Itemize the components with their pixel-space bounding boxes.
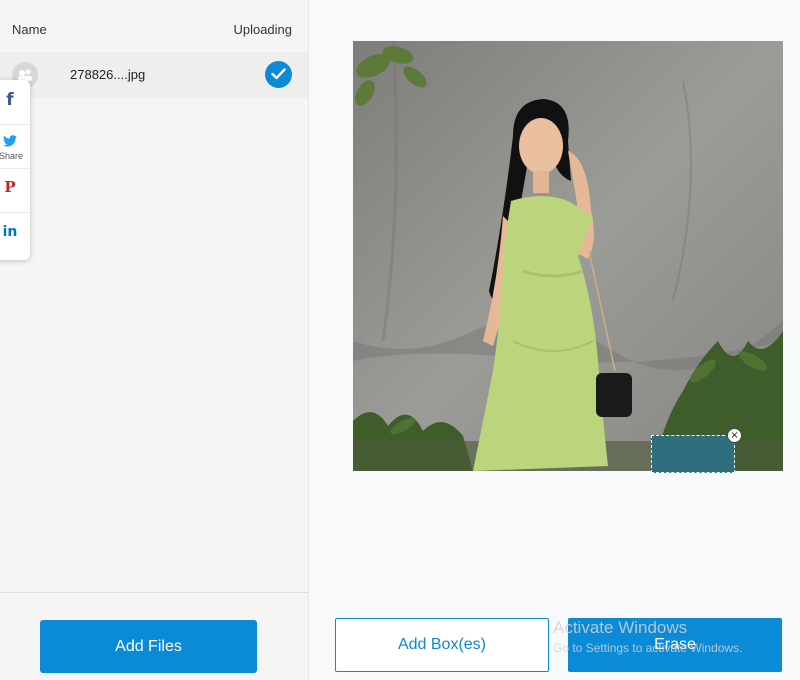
erase-selection-box[interactable] [651, 435, 735, 473]
column-header-name: Name [12, 22, 47, 37]
pinterest-icon: P [4, 178, 16, 196]
check-icon [265, 61, 292, 88]
column-header-status: Uploading [233, 22, 292, 37]
file-name: 278826....jpg [70, 67, 146, 82]
facebook-icon: f [6, 90, 14, 110]
file-list-panel: Name Uploading 278826....jpg Add Files [0, 0, 309, 680]
image-preview[interactable] [353, 41, 783, 471]
social-share-bar: f Share P in [0, 80, 30, 260]
linkedin-icon: in [2, 224, 18, 240]
facebook-share-button[interactable]: f [0, 80, 30, 125]
close-icon[interactable]: × [727, 428, 742, 443]
share-label: Share [0, 151, 24, 161]
linkedin-share-button[interactable]: in [0, 212, 30, 256]
pinterest-share-button[interactable]: P [0, 168, 30, 213]
twitter-share-button[interactable]: Share [0, 124, 30, 169]
add-boxes-button[interactable]: Add Box(es) [335, 618, 549, 672]
divider [0, 592, 308, 593]
add-files-button[interactable]: Add Files [40, 620, 257, 673]
file-list-item[interactable]: 278826....jpg [0, 52, 308, 98]
twitter-icon [0, 132, 26, 151]
erase-button[interactable]: Erase [568, 618, 782, 672]
